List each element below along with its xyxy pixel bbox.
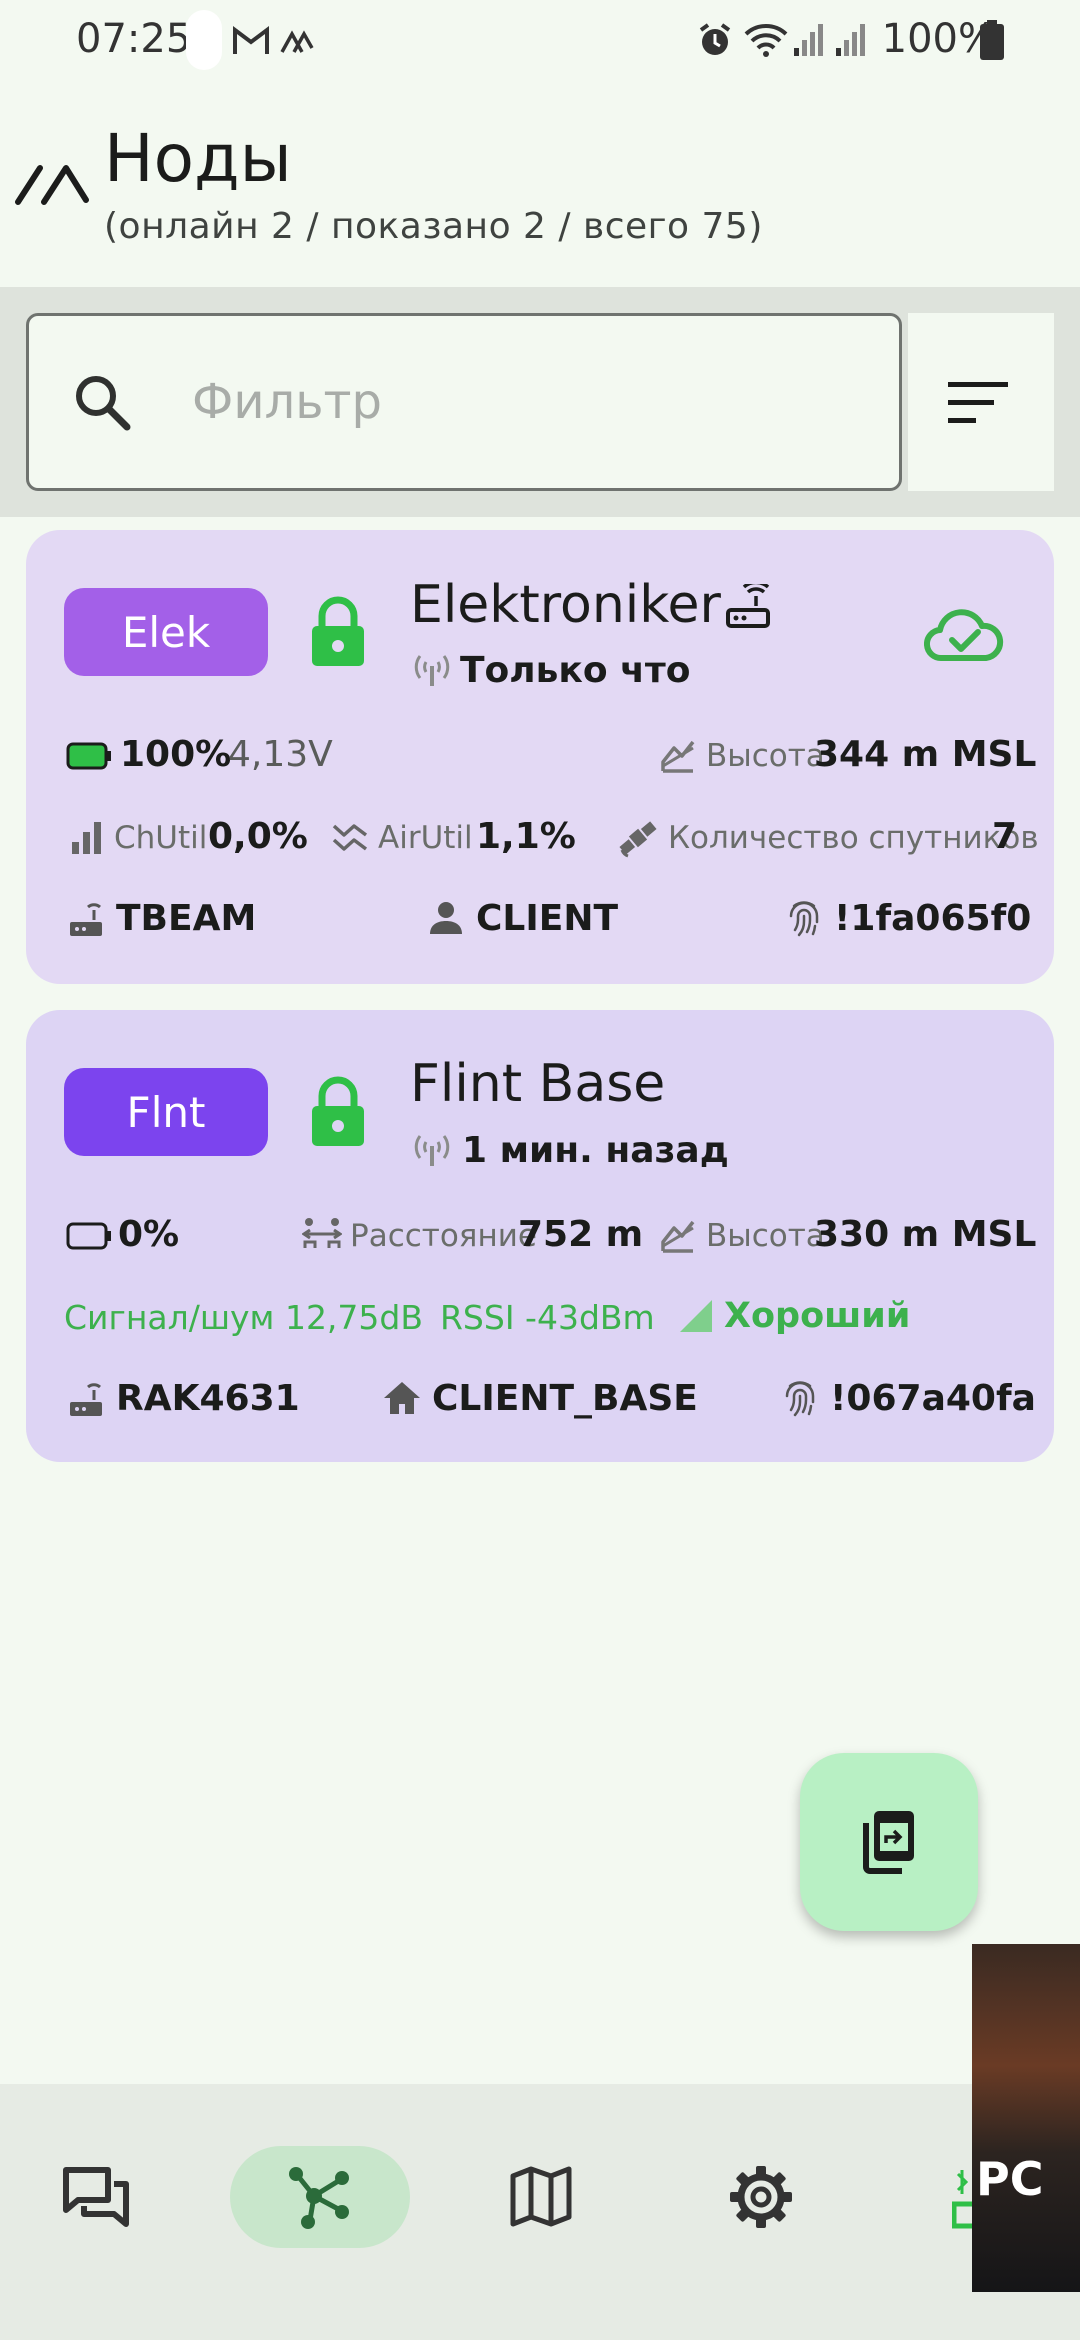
- node-short-name-chip[interactable]: Flnt: [64, 1068, 268, 1156]
- ad-text: PC: [976, 2152, 1044, 2206]
- ad-overlay[interactable]: PC: [972, 1944, 1080, 2292]
- battery-level: 100%: [120, 734, 232, 775]
- battery-full-icon: [66, 742, 112, 770]
- person-icon: [428, 900, 464, 936]
- alarm-icon: [697, 22, 733, 58]
- status-time: 07:25: [76, 16, 192, 62]
- node-role: CLIENT_BASE: [432, 1378, 698, 1419]
- app-notification-icon: [280, 28, 314, 54]
- airutil-icon: [332, 822, 368, 854]
- node-long-name: Elektroniker: [410, 575, 721, 635]
- hardware-model: TBEAM: [116, 898, 257, 939]
- satellites-value: 7: [992, 816, 1018, 857]
- chutil-label: ChUtil: [114, 820, 208, 856]
- signal-icon-1: [792, 22, 826, 58]
- lock-icon: [310, 1076, 366, 1148]
- altitude-label: Высота: [706, 738, 825, 774]
- chutil-value: 0,0%: [208, 816, 308, 857]
- page-title: Ноды: [104, 120, 292, 197]
- battery-percent: 100%: [881, 16, 996, 62]
- hardware-model: RAK4631: [116, 1378, 300, 1419]
- nav-map-icon[interactable]: [510, 2166, 572, 2228]
- nav-nodes-icon[interactable]: [286, 2166, 352, 2230]
- signal-quality: Хороший: [724, 1296, 911, 1336]
- distance-value: 752 m: [518, 1214, 644, 1255]
- battery-icon: [980, 20, 1004, 60]
- battery-empty-icon: [66, 1222, 112, 1250]
- chutil-icon: [72, 820, 102, 854]
- app-logo-icon: [14, 160, 90, 206]
- hardware-icon: [68, 902, 104, 938]
- antenna-icon: [412, 1132, 452, 1168]
- last-heard: Только что: [460, 650, 691, 691]
- rssi-value: RSSI -43dBm: [440, 1298, 655, 1337]
- antenna-icon: [412, 652, 452, 688]
- search-icon: [72, 372, 132, 432]
- gmail-icon: [232, 24, 270, 58]
- node-short-name-chip[interactable]: Elek: [64, 588, 268, 676]
- node-id: !067a40fa: [830, 1378, 1036, 1419]
- airutil-value: 1,1%: [476, 816, 576, 857]
- sort-icon: [948, 382, 1008, 424]
- lock-icon: [310, 596, 366, 668]
- filter-placeholder: Фильтр: [192, 374, 382, 430]
- node-long-name: Flint Base: [410, 1054, 666, 1114]
- status-pill: [186, 10, 222, 70]
- copy-share-icon: [860, 1809, 918, 1875]
- airutil-label: AirUtil: [378, 820, 473, 856]
- node-id: !1fa065f0: [834, 898, 1032, 939]
- last-heard: 1 мин. назад: [462, 1130, 729, 1171]
- altitude-value: 344 m MSL: [814, 734, 1037, 775]
- nav-messages-icon[interactable]: [62, 2166, 130, 2228]
- distance-icon: [302, 1216, 342, 1252]
- nav-settings-icon[interactable]: [728, 2164, 794, 2230]
- snr-value: Сигнал/шум 12,75dB: [64, 1298, 424, 1337]
- node-role: CLIENT: [476, 898, 619, 939]
- fingerprint-icon: [782, 1380, 818, 1418]
- distance-label: Расстояние: [350, 1218, 537, 1254]
- cloud-check-icon: [924, 606, 1004, 662]
- satellite-icon: [616, 816, 660, 860]
- satellites-label: Количество спутников: [668, 820, 1039, 856]
- altitude-value: 330 m MSL: [814, 1214, 1037, 1255]
- home-icon: [382, 1380, 422, 1416]
- signal-icon-2: [834, 22, 868, 58]
- fingerprint-icon: [786, 900, 822, 938]
- signal-quality-icon: [678, 1298, 714, 1334]
- node-counts: (онлайн 2 / показано 2 / всего 75): [104, 206, 763, 247]
- router-icon: [726, 584, 770, 628]
- share-contact-fab[interactable]: [800, 1753, 978, 1931]
- altitude-icon: [660, 1218, 696, 1254]
- filter-input[interactable]: [26, 313, 902, 491]
- wifi-icon: [744, 22, 788, 58]
- altitude-icon: [660, 738, 696, 774]
- battery-level: 0%: [118, 1214, 180, 1255]
- voltage: 4,13V: [228, 734, 333, 775]
- altitude-label: Высота: [706, 1218, 825, 1254]
- hardware-icon: [68, 1382, 104, 1418]
